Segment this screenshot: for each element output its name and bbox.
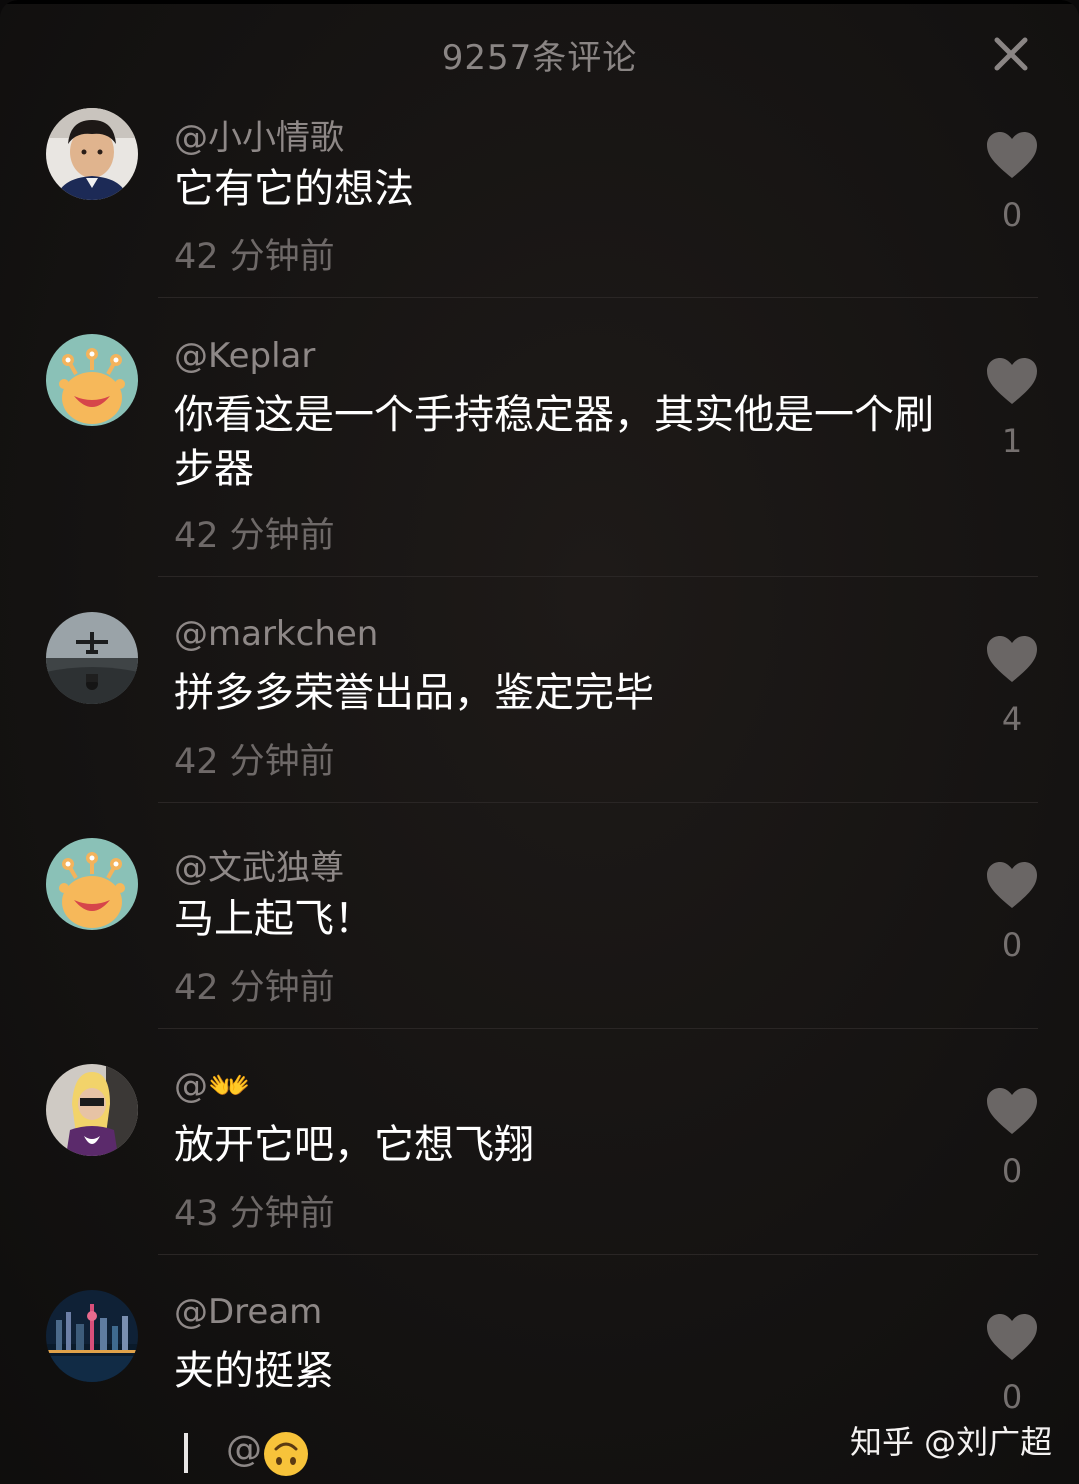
comment-username[interactable]: @文武独尊 [174, 840, 344, 889]
heart-icon[interactable] [985, 1086, 1039, 1136]
avatar[interactable] [46, 1064, 138, 1156]
avatar[interactable] [46, 838, 138, 930]
monster-avatar-icon [46, 838, 138, 930]
city-night-icon [46, 1290, 138, 1382]
like-count: 4 [1001, 700, 1023, 738]
heart-icon[interactable] [985, 1312, 1039, 1362]
divider [158, 802, 1038, 803]
close-icon [994, 37, 1028, 71]
like-count: 0 [1001, 1152, 1023, 1190]
like-count: 0 [1001, 926, 1023, 964]
mention-button[interactable]: @ [226, 1429, 262, 1470]
comment-time: 42 分钟前 [174, 742, 335, 782]
monster-avatar-icon [46, 334, 138, 426]
comments-panel: 9257条评论 @小小情歌 它有它的想法 42 分钟前 0 @Keplar 你看… [0, 0, 1079, 1484]
comment-text: 你看这是一个手持稳定器，其实他是一个刷步器 [174, 392, 934, 492]
like-count: 0 [1001, 196, 1023, 234]
divider [158, 297, 1038, 298]
comment-username[interactable]: @👐 [174, 1066, 250, 1106]
top-edge [0, 0, 1079, 4]
comment-text: 夹的挺紧 [174, 1348, 334, 1394]
comment-text: 它有它的想法 [174, 166, 414, 212]
avatar[interactable] [46, 612, 138, 704]
divider [158, 576, 1038, 577]
divider [158, 1028, 1038, 1029]
comment-count-title: 9257条评论 [441, 38, 638, 78]
heart-icon[interactable] [985, 634, 1039, 684]
comment-text: 马上起飞！ [174, 896, 374, 942]
comment-time: 42 分钟前 [174, 237, 335, 277]
heart-icon[interactable] [985, 356, 1039, 406]
comment-text: 拼多多荣誉出品，鉴定完毕 [174, 670, 654, 716]
comment-time: 42 分钟前 [174, 968, 335, 1008]
text-cursor [184, 1433, 188, 1473]
cartoon-character-icon [46, 1064, 138, 1156]
avatar[interactable] [46, 334, 138, 426]
avatar[interactable] [46, 1290, 138, 1382]
comment-time: 42 分钟前 [174, 516, 335, 556]
airplane-photo-icon [46, 612, 138, 704]
close-button[interactable] [985, 28, 1037, 80]
like-count: 1 [1001, 422, 1023, 460]
comment-input-bar[interactable]: @ [160, 1425, 760, 1480]
comment-username[interactable]: @Dream [174, 1292, 322, 1332]
user-photo-icon [46, 108, 138, 200]
comment-time: 43 分钟前 [174, 1194, 335, 1234]
heart-icon[interactable] [985, 130, 1039, 180]
comment-username[interactable]: @小小情歌 [174, 110, 344, 159]
watermark-text: 知乎 @刘广超 [850, 1423, 1053, 1461]
heart-icon[interactable] [985, 860, 1039, 910]
comment-username[interactable]: @Keplar [174, 336, 315, 376]
upside-down-face-icon[interactable] [263, 1431, 309, 1477]
comment-text: 放开它吧，它想飞翔 [174, 1122, 534, 1168]
avatar[interactable] [46, 108, 138, 200]
like-count: 0 [1001, 1378, 1023, 1416]
divider [158, 1254, 1038, 1255]
comment-username[interactable]: @markchen [174, 614, 378, 654]
